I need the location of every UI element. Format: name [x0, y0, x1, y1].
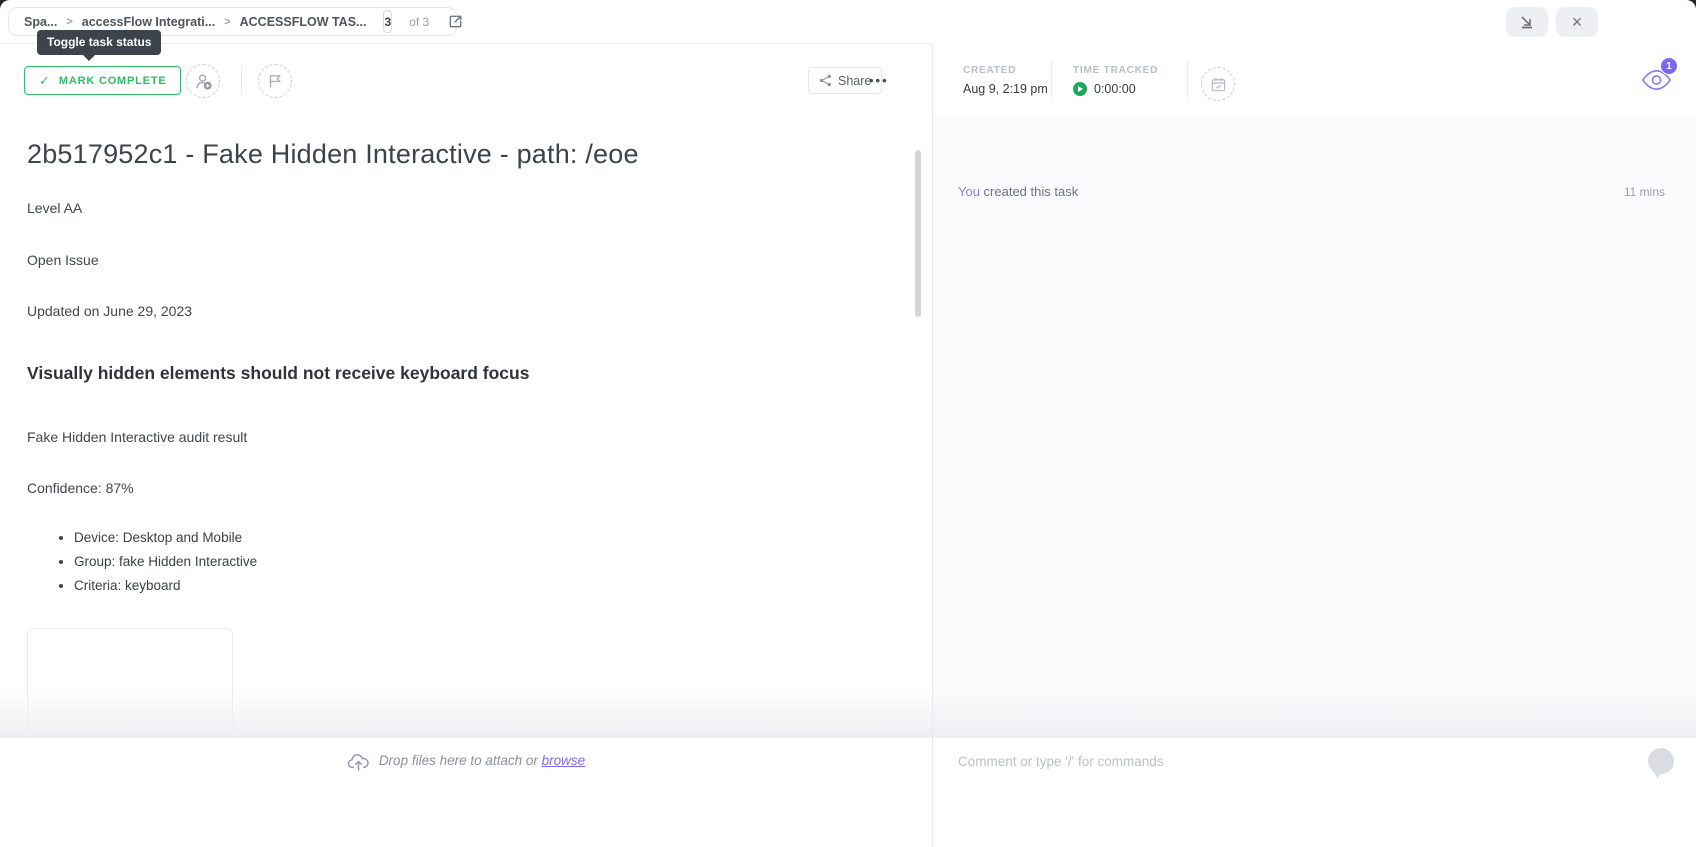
- dock-arrow-icon: [1519, 14, 1535, 30]
- check-icon: ✓: [39, 73, 50, 89]
- comment-input[interactable]: Comment or type '/' for commands: [958, 754, 1163, 769]
- share-icon: [819, 74, 832, 87]
- ellipsis-icon: •••: [869, 73, 889, 88]
- bullet-item[interactable]: Criteria: keyboard: [74, 574, 257, 598]
- close-button[interactable]: ×: [1556, 7, 1598, 37]
- meta-divider: [1051, 60, 1052, 98]
- activity-panel: You created this task 11 mins: [933, 115, 1696, 737]
- task-modal: Spa... > accessFlow Integrati... > ACCES…: [0, 0, 1696, 847]
- watcher-count-badge: 1: [1660, 57, 1678, 75]
- minimize-to-tray-button[interactable]: [1506, 7, 1548, 37]
- mark-complete-button[interactable]: ✓ MARK COMPLETE: [24, 66, 181, 95]
- activity-action: created this task: [980, 184, 1078, 199]
- flag-icon: [267, 73, 283, 89]
- created-label: CREATED: [963, 65, 1048, 76]
- mark-complete-label: MARK COMPLETE: [59, 75, 167, 87]
- right-panel-header: CREATED Aug 9, 2:19 pm TIME TRACKED 0:00…: [933, 43, 1696, 116]
- tooltip-text: Toggle task status: [47, 35, 151, 49]
- open-in-new-icon[interactable]: [448, 14, 463, 29]
- breadcrumb-task[interactable]: ACCESSFLOW TAS...: [240, 15, 367, 29]
- activity-timestamp: 11 mins: [1624, 185, 1665, 199]
- cloud-upload-icon: [347, 750, 370, 773]
- start-timer-button[interactable]: [1073, 82, 1087, 96]
- task-title[interactable]: 2b517952c1 - Fake Hidden Interactive - p…: [27, 139, 639, 170]
- created-meta: CREATED Aug 9, 2:19 pm: [963, 65, 1048, 96]
- scrollbar-thumb[interactable]: [915, 150, 921, 317]
- panel-divider: [932, 43, 933, 847]
- task-description-bullets: Device: Desktop and Mobile Group: fake H…: [57, 526, 257, 598]
- activity-actor[interactable]: You: [958, 184, 980, 199]
- comment-bubble-icon[interactable]: [1648, 748, 1674, 774]
- top-bar: Spa... > accessFlow Integrati... > ACCES…: [0, 0, 1696, 44]
- share-label: Share: [838, 74, 871, 88]
- drop-files-bar[interactable]: Drop files here to attach or browse: [0, 737, 932, 847]
- add-assignee-button[interactable]: [186, 64, 220, 98]
- breadcrumb-space[interactable]: Spa...: [24, 15, 57, 29]
- task-description-line[interactable]: Confidence: 87%: [27, 480, 134, 496]
- created-value: Aug 9, 2:19 pm: [963, 82, 1048, 96]
- task-description-line[interactable]: Level AA: [27, 200, 82, 216]
- attachment-placeholder[interactable]: [27, 628, 233, 742]
- breadcrumb-list[interactable]: accessFlow Integrati...: [82, 15, 215, 29]
- set-due-date-button[interactable]: [1201, 67, 1235, 101]
- chevron-right-icon: >: [224, 16, 230, 28]
- time-tracked-value: 0:00:00: [1094, 82, 1136, 96]
- comment-bar[interactable]: Comment or type '/' for commands: [933, 737, 1696, 847]
- set-priority-button[interactable]: [258, 64, 292, 98]
- tooltip-toggle-task-status: Toggle task status: [37, 30, 161, 55]
- drop-files-text: Drop files here to attach or browse: [379, 753, 585, 768]
- more-actions-button[interactable]: •••: [869, 66, 889, 94]
- browse-link[interactable]: browse: [542, 753, 586, 768]
- person-add-icon: [194, 72, 213, 91]
- time-tracked-meta: TIME TRACKED 0:00:00: [1073, 65, 1158, 96]
- activity-row: You created this task 11 mins: [958, 184, 1665, 199]
- bullet-item[interactable]: Group: fake Hidden Interactive: [74, 550, 257, 574]
- task-description-heading[interactable]: Visually hidden elements should not rece…: [27, 363, 529, 384]
- watchers-button[interactable]: 1: [1641, 69, 1672, 91]
- task-pager-input[interactable]: 3: [383, 10, 392, 33]
- header-divider: [241, 66, 242, 95]
- task-pager-total: of 3: [409, 15, 429, 29]
- close-icon: ×: [1572, 12, 1583, 33]
- meta-divider: [1187, 60, 1188, 98]
- task-description-line[interactable]: Fake Hidden Interactive audit result: [27, 429, 247, 445]
- play-icon: [1078, 86, 1083, 92]
- activity-text: You created this task: [958, 184, 1078, 199]
- tooltip-caret: [83, 55, 95, 61]
- calendar-check-icon: [1210, 76, 1227, 93]
- chevron-right-icon: >: [66, 16, 72, 28]
- task-description-line[interactable]: Updated on June 29, 2023: [27, 303, 192, 319]
- drop-files-prefix: Drop files here to attach or: [379, 753, 542, 768]
- time-tracked-label: TIME TRACKED: [1073, 65, 1158, 76]
- bullet-item[interactable]: Device: Desktop and Mobile: [74, 526, 257, 550]
- task-description-line[interactable]: Open Issue: [27, 252, 99, 268]
